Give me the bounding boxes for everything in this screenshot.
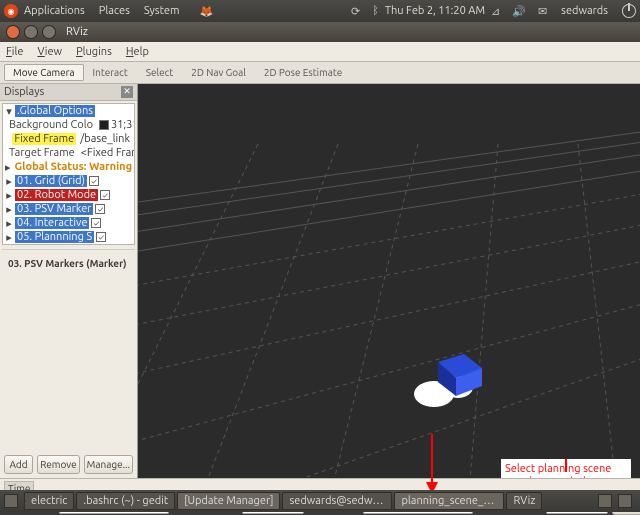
- updates-icon[interactable]: ⟳: [351, 5, 360, 18]
- window-minimize-button[interactable]: [24, 25, 38, 39]
- tree-fixed-frame-value[interactable]: /base_link: [78, 133, 132, 145]
- displays-panel-title: Displays ✕: [0, 84, 137, 101]
- firefox-icon[interactable]: 🦊: [199, 5, 213, 18]
- checkbox[interactable]: ✓: [95, 204, 105, 214]
- manage-button[interactable]: Manage...: [84, 455, 133, 474]
- ubuntu-menu-system[interactable]: System: [144, 5, 180, 17]
- tree-psv-markers[interactable]: 03. PSV Marker: [15, 203, 93, 215]
- tree-planning-scene[interactable]: 05. Plannning S: [15, 231, 94, 243]
- tree-grid[interactable]: 01. Grid (Grid): [15, 175, 87, 187]
- workspace-switcher-icon[interactable]: [598, 494, 612, 508]
- task-gedit[interactable]: .bashrc (~) - gedit: [76, 492, 175, 510]
- 3d-viewport[interactable]: Select planning scene warehouse window: [138, 84, 640, 478]
- window-maximize-button[interactable]: [42, 25, 56, 39]
- menu-file[interactable]: File: [6, 46, 23, 58]
- annotation-text: Select planning scene warehouse window: [501, 459, 631, 478]
- display-description: 03. PSV Markers (Marker): [2, 249, 135, 449]
- expand-icon[interactable]: ▾: [5, 105, 13, 118]
- bluetooth-icon[interactable]: ᛒ: [372, 5, 379, 17]
- displays-close-button[interactable]: ✕: [121, 86, 133, 98]
- expand-icon[interactable]: ▸: [5, 175, 13, 188]
- ubuntu-menu-places[interactable]: Places: [99, 5, 130, 17]
- task-planning-scene[interactable]: planning_scene_wa...: [394, 492, 504, 510]
- add-button[interactable]: Add: [4, 455, 33, 474]
- volume-icon[interactable]: 🔊: [512, 5, 526, 18]
- checkbox[interactable]: ✓: [100, 190, 110, 200]
- menu-help[interactable]: Help: [126, 46, 149, 58]
- show-desktop-icon[interactable]: [4, 494, 18, 508]
- tree-target-frame-value[interactable]: <Fixed Frame>: [79, 147, 134, 159]
- tree-robot-model[interactable]: 02. Robot Mode: [15, 189, 98, 201]
- user-menu[interactable]: sedwards: [561, 5, 608, 17]
- color-swatch-icon: [99, 120, 109, 130]
- displays-panel: Displays ✕ ▾.Global Options Background C…: [0, 84, 138, 478]
- ubuntu-top-panel: ◉ Applications Places System 🦊 ⟳ ᛒ Thu F…: [0, 0, 640, 22]
- trash-icon[interactable]: [618, 494, 632, 508]
- clock[interactable]: Thu Feb 2, 11:20 AM: [385, 5, 485, 17]
- displays-tree[interactable]: ▾.Global Options Background Colo31;31;31…: [2, 103, 135, 245]
- task-electric[interactable]: electric: [24, 492, 74, 510]
- expand-icon[interactable]: ▸: [5, 189, 13, 202]
- tool-interact[interactable]: Interact: [84, 64, 137, 81]
- tree-target-frame[interactable]: Target Frame: [7, 147, 77, 159]
- menu-plugins[interactable]: Plugins: [76, 46, 112, 58]
- ubuntu-bottom-panel: electric .bashrc (~) - gedit [Update Man…: [0, 490, 640, 512]
- tool-select[interactable]: Select: [137, 64, 182, 81]
- task-terminal[interactable]: sedwards@sedwar...: [282, 492, 392, 510]
- checkbox[interactable]: ✓: [91, 218, 101, 228]
- checkbox[interactable]: ✓: [96, 232, 106, 242]
- ubuntu-menu-applications[interactable]: Applications: [24, 5, 85, 17]
- task-rviz[interactable]: RViz: [506, 492, 542, 510]
- tree-global-options[interactable]: .Global Options: [15, 105, 95, 117]
- tool-2d-nav-goal[interactable]: 2D Nav Goal: [182, 64, 255, 81]
- expand-icon[interactable]: ▸: [5, 161, 11, 174]
- tool-move-camera[interactable]: Move Camera: [4, 64, 84, 81]
- toolbar: Move Camera Interact Select 2D Nav Goal …: [0, 62, 640, 84]
- remove-button[interactable]: Remove: [37, 455, 80, 474]
- expand-icon[interactable]: ▸: [5, 231, 13, 244]
- mail-icon[interactable]: ✉: [538, 5, 547, 18]
- tree-interactive[interactable]: 04. Interactive: [15, 217, 89, 229]
- power-icon[interactable]: [622, 4, 636, 18]
- tool-2d-pose-estimate[interactable]: 2D Pose Estimate: [255, 64, 351, 81]
- window-close-button[interactable]: [6, 25, 20, 39]
- grid-scene: [138, 84, 640, 478]
- window-title: RViz: [66, 26, 88, 38]
- tree-global-status[interactable]: Global Status: Warning: [13, 161, 134, 173]
- expand-icon[interactable]: ▸: [5, 217, 13, 230]
- window-titlebar[interactable]: RViz: [0, 22, 640, 42]
- checkbox[interactable]: ✓: [89, 176, 99, 186]
- ubuntu-logo-icon: ◉: [4, 4, 18, 18]
- expand-icon[interactable]: ▸: [5, 203, 13, 216]
- tree-fixed-frame[interactable]: Fixed Frame: [12, 133, 76, 145]
- menubar: File View Plugins Help: [0, 42, 640, 62]
- displays-title-label: Displays: [4, 86, 44, 98]
- tree-bg-color-value[interactable]: 31;31;31: [97, 119, 134, 131]
- menu-view[interactable]: View: [37, 46, 62, 58]
- task-update-manager[interactable]: [Update Manager]: [177, 492, 280, 510]
- network-icon[interactable]: ⊿: [491, 5, 500, 18]
- tree-bg-color[interactable]: Background Colo: [7, 119, 95, 131]
